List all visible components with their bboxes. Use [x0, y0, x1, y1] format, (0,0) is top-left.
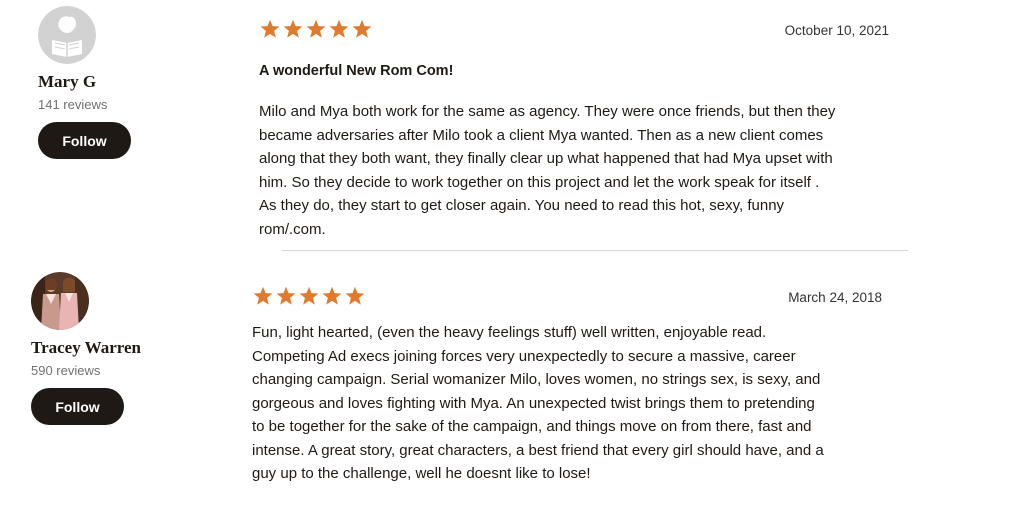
star-icon: [276, 286, 296, 305]
review-title: A wonderful New Rom Com!: [259, 63, 454, 79]
star-icon: [352, 19, 372, 38]
star-icon: [260, 19, 280, 38]
reviewer-name[interactable]: Tracey Warren: [31, 338, 171, 358]
review-text-line: along that they both want, they finally …: [259, 150, 833, 167]
reviewer-profile: Tracey Warren 590 reviews Follow: [31, 272, 171, 425]
review-divider: [282, 250, 908, 251]
review-text-line: to be together for the sake of the campa…: [252, 418, 812, 435]
default-reader-avatar-icon: [38, 6, 96, 64]
star-icon: [322, 286, 342, 305]
review-text: Milo and Mya both work for the same as a…: [259, 100, 889, 241]
follow-button[interactable]: Follow: [38, 122, 131, 159]
reviewer-avatar[interactable]: [31, 272, 89, 330]
review-card: Mary G 141 reviews Follow October 10, 20…: [0, 0, 1024, 252]
review-text-line: guy up to the challenge, well he doesnt …: [252, 465, 591, 482]
star-icon: [283, 19, 303, 38]
review-content: October 10, 2021 A wonderful New Rom Com…: [259, 18, 889, 241]
review-text-line: became adversaries after Milo took a cli…: [259, 126, 824, 144]
review-text-line: changing campaign. Serial womanizer Milo…: [252, 371, 821, 388]
follow-button[interactable]: Follow: [31, 388, 124, 425]
star-icon: [345, 286, 365, 305]
review-text-line: intense. A great story, great characters…: [252, 441, 824, 459]
user-photo-avatar-icon: [31, 272, 89, 330]
star-icon: [306, 19, 326, 38]
review-text-line: him. So they decide to work together on …: [259, 173, 820, 191]
star-icon: [329, 19, 349, 38]
review-text-line: rom/.com.: [259, 220, 326, 238]
review-text-line: Milo and Mya both work for the same as a…: [259, 103, 836, 120]
star-icon: [299, 286, 319, 305]
star-icon: [253, 286, 273, 305]
reviewer-profile: Mary G 141 reviews Follow: [38, 6, 178, 159]
review-content: March 24, 2018 Fun, light hearted, (even…: [252, 285, 882, 486]
review-date[interactable]: March 24, 2018: [788, 290, 882, 305]
reviewer-review-count: 590 reviews: [31, 363, 101, 378]
review-text-line: gorgeous and loves fighting with Mya. An…: [252, 394, 815, 412]
reviewer-avatar[interactable]: [38, 6, 96, 64]
review-text-line: As they do, they start to get closer aga…: [259, 197, 785, 214]
review-date[interactable]: October 10, 2021: [785, 23, 889, 38]
review-text-line: Fun, light hearted, (even the heavy feel…: [252, 324, 767, 341]
review-text-line: Competing Ad execs joining forces very u…: [252, 347, 796, 365]
review-text: Fun, light hearted, (even the heavy feel…: [252, 321, 882, 486]
reviewer-name[interactable]: Mary G: [38, 72, 178, 92]
review-card: Tracey Warren 590 reviews Follow March 2…: [0, 266, 1024, 512]
reviewer-review-count: 141 reviews: [38, 97, 108, 112]
